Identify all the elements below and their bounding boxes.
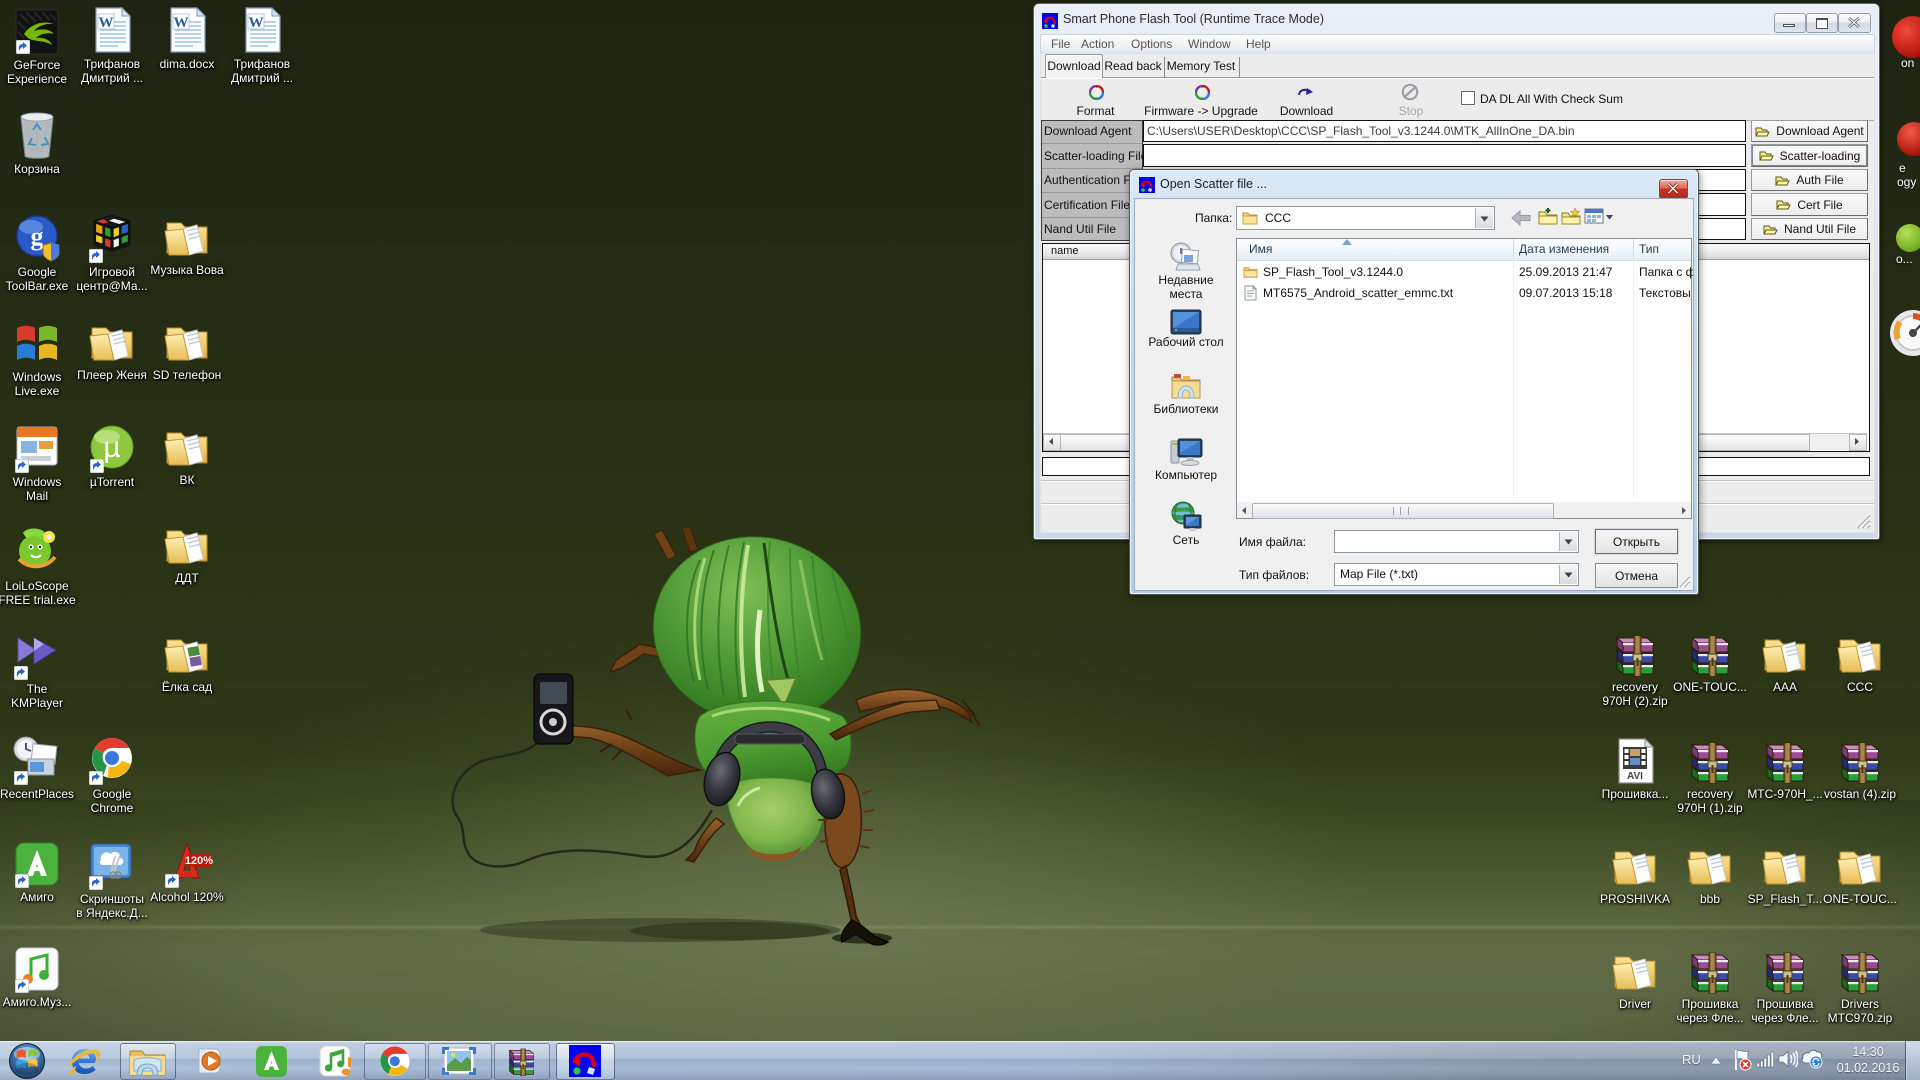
svg-text:120%: 120% [185, 855, 213, 867]
svg-text:g: g [31, 222, 44, 251]
svg-text:µ: µ [103, 431, 120, 464]
